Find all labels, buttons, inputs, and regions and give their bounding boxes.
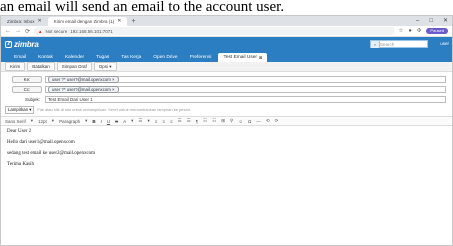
attach-row: Lampirkan ▾ File atau klik di sini untuk… <box>1 105 452 114</box>
recipient-chip[interactable]: user ?* user?@mail.openxcom × <box>48 86 119 93</box>
tab-label: Zimbra: Inbox <box>7 19 35 24</box>
emoji-icon[interactable]: ☺ <box>238 119 243 124</box>
security-warning: Not secure <box>45 28 68 34</box>
compose-toolbar: Kirim Batalkan Simpan Draf Opsi ▾ <box>1 62 452 72</box>
italic-button[interactable]: I <box>101 119 102 124</box>
tab-compose[interactable]: Test Email User ⊠ <box>218 53 268 62</box>
search-placeholder: Search <box>380 41 395 47</box>
tab-label: Kirim email dengan Zimbra (1) <box>53 19 115 24</box>
undo-icon[interactable]: ⟲ <box>266 118 270 124</box>
recipient-chip[interactable]: user ?* user?@mail.openxcom × <box>48 76 119 83</box>
search-box[interactable]: ⌕ Search <box>370 40 428 48</box>
back-icon[interactable]: ← <box>5 28 11 34</box>
bold-button[interactable]: B <box>92 119 95 124</box>
tab-kontak[interactable]: Kontak <box>33 53 58 62</box>
cc-field[interactable]: user ?* user?@mail.openxcom × <box>45 86 446 93</box>
browser-window: Zimbra: Inbox ✕ Kirim email dengan Zimbra… <box>0 15 453 246</box>
table-icon[interactable]: ⊞ <box>221 118 225 124</box>
to-row: Ke: user ?* user?@mail.openxcom × <box>1 75 452 84</box>
align-right-icon[interactable]: ≡ <box>170 119 173 124</box>
body-paragraph: Dear User 2 <box>7 129 32 134</box>
link-icon[interactable]: ⚲ <box>230 118 233 124</box>
tab-tugas[interactable]: Tugas <box>91 53 114 62</box>
chevron-down-icon[interactable]: ▾ <box>85 118 87 124</box>
subject-row: Subjek: Test Email Dari User 1 <box>1 95 452 104</box>
body-paragraph: Hello dari user1@mail.openxcom <box>7 140 75 145</box>
save-draft-button[interactable]: Simpan Draf <box>56 62 92 71</box>
close-window-button[interactable]: ✕ <box>443 16 448 26</box>
tab-tas-kerja[interactable]: Tas Kerja <box>116 53 146 62</box>
special-char-icon[interactable]: Ω <box>248 119 251 124</box>
attach-dropdown[interactable]: Lampirkan ▾ <box>5 105 35 114</box>
paragraph-select[interactable]: Paragraph <box>59 119 80 124</box>
user-menu[interactable]: user <box>440 41 449 46</box>
bullet-list-icon[interactable]: ☰ <box>178 118 182 124</box>
minimize-button[interactable]: – <box>416 16 419 26</box>
subject-label: Subjek: <box>24 97 40 102</box>
font-size-select[interactable]: 12pt <box>38 119 47 124</box>
url-field[interactable]: ▲ Not secure 192.168.56.101:7071 <box>34 27 395 35</box>
tab-kalender[interactable]: Kalender <box>60 53 89 62</box>
message-body[interactable]: Dear User 2 Hello dari user1@mail.openxc… <box>1 126 452 176</box>
underline-button[interactable]: U <box>107 119 110 124</box>
tab-open-drive[interactable]: Open Drive <box>148 53 182 62</box>
browser-tab-active[interactable]: Kirim email dengan Zimbra (1) ✕ <box>47 17 128 26</box>
chevron-down-icon[interactable]: ▾ <box>31 118 33 124</box>
new-tab-button[interactable]: + <box>127 17 139 26</box>
puzzle-icon[interactable]: ✣ <box>417 28 422 34</box>
strikethrough-button[interactable]: S <box>115 119 118 124</box>
caption-text: an email will send an email to the accou… <box>0 0 285 15</box>
search-icon[interactable]: ⌕ <box>371 40 380 48</box>
extension-icons: ☆ ● ✣ Paused <box>399 28 448 34</box>
zimbra-logo: z zimbra <box>5 40 39 49</box>
tab-email[interactable]: Email <box>9 53 31 62</box>
to-button[interactable]: Ke: <box>12 76 42 83</box>
profile-pill[interactable]: Paused <box>426 28 448 34</box>
redo-icon[interactable]: ⟳ <box>275 118 279 124</box>
url-text: 192.168.56.101:7071 <box>70 28 113 34</box>
extension-icon[interactable]: ● <box>408 28 411 34</box>
chevron-down-icon[interactable]: ▾ <box>131 118 133 124</box>
address-bar: ← → ⟳ ▲ Not secure 192.168.56.101:7071 ☆… <box>1 26 452 37</box>
options-button[interactable]: Opsi ▾ <box>93 62 117 71</box>
to-field[interactable]: user ?* user?@mail.openxcom × <box>45 76 446 83</box>
warning-icon: ▲ <box>38 28 43 34</box>
close-icon[interactable]: ✕ <box>38 17 42 26</box>
window-controls: – □ ✕ <box>416 16 448 26</box>
attach-hint: File atau klik di sini untuk melampirkan… <box>37 107 192 112</box>
tab-preferensi[interactable]: Preferensi <box>185 53 217 62</box>
reload-icon[interactable]: ⟳ <box>25 28 30 35</box>
maximize-button[interactable]: □ <box>429 16 433 26</box>
star-icon[interactable]: ☆ <box>399 28 404 34</box>
compose-fields: Ke: user ?* user?@mail.openxcom × Cc: us… <box>1 72 452 114</box>
align-left-icon[interactable]: ≡ <box>155 119 158 124</box>
zimbra-header: z zimbra ⌕ Search user <box>1 37 452 52</box>
font-family-select[interactable]: Sans Serif <box>5 119 26 124</box>
send-button[interactable]: Kirim <box>5 62 26 71</box>
body-paragraph: Terima Kasih <box>7 162 35 167</box>
close-icon[interactable]: ✕ <box>117 17 121 26</box>
app-tabs: Email Kontak Kalender Tugas Tas Kerja Op… <box>1 52 452 62</box>
cc-button[interactable]: Cc: <box>12 86 42 93</box>
browser-tab[interactable]: Zimbra: Inbox ✕ <box>1 17 48 26</box>
chevron-down-icon[interactable]: ▾ <box>52 118 54 124</box>
forward-icon[interactable]: → <box>15 28 21 34</box>
cancel-button[interactable]: Batalkan <box>27 62 55 71</box>
align-center-icon[interactable]: ≡ <box>162 119 165 124</box>
indent-icon[interactable]: ☷ <box>212 118 216 124</box>
browser-tab-bar: Zimbra: Inbox ✕ Kirim email dengan Zimbra… <box>1 16 452 26</box>
text-color-button[interactable]: A <box>123 119 126 124</box>
number-list-icon[interactable]: ☰ <box>187 118 191 124</box>
horizontal-rule-icon[interactable]: — <box>256 119 261 124</box>
highlight-button[interactable]: ☰ <box>138 118 142 124</box>
format-toolbar: Sans Serif ▾ 12pt ▾ Paragraph ▾ B I U S … <box>1 116 452 126</box>
outdent-icon[interactable]: ☷ <box>203 118 207 124</box>
cc-row: Cc: user ?* user?@mail.openxcom × <box>1 85 452 94</box>
paragraph-icon[interactable]: ¶ <box>196 119 198 124</box>
subject-field[interactable]: Test Email Dari User 1 <box>45 96 446 103</box>
zimbra-logo-icon: z <box>5 41 12 48</box>
chevron-down-icon[interactable]: ▾ <box>147 118 149 124</box>
close-icon[interactable]: ⊠ <box>259 53 262 62</box>
body-paragraph: sedang test email ke user2@mail.openxcom <box>7 151 96 156</box>
